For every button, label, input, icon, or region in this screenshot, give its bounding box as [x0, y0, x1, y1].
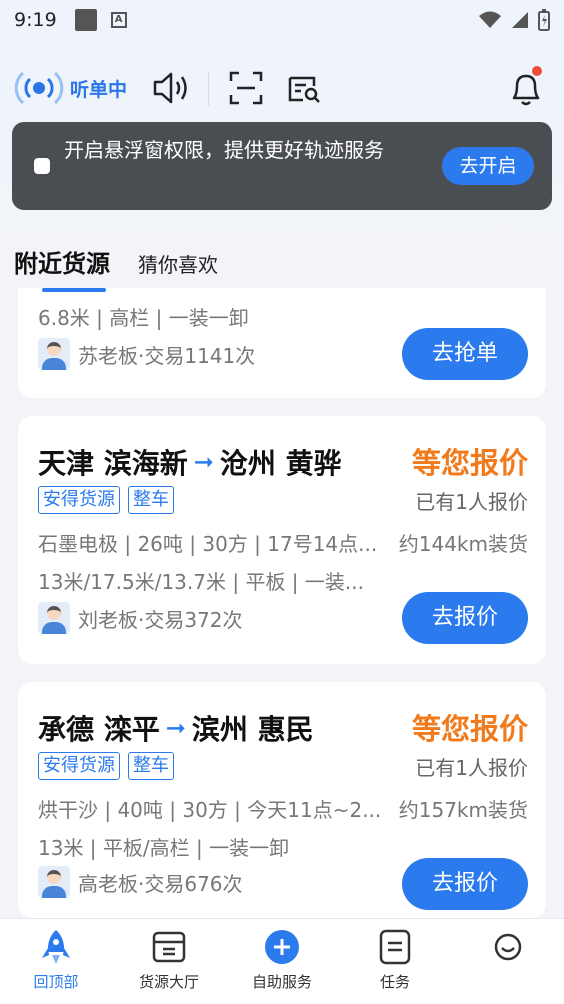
pickup-distance: 约144km装货 — [398, 532, 528, 556]
speaker-icon[interactable] — [152, 70, 190, 106]
listen-toggle[interactable]: 听单中 — [14, 68, 127, 108]
owner-info: 刘老板·交易372次 — [38, 602, 243, 634]
toolbar: 听单中 — [0, 64, 564, 114]
route-arrow-icon: ➞ — [165, 714, 186, 742]
battery-icon — [538, 9, 550, 31]
cargo-detail: 烘干沙 | 40吨 | 30方 | 今天11点~2... — [38, 798, 382, 822]
owner-text: 刘老板·交易372次 — [78, 607, 243, 632]
grab-order-button[interactable]: 去抢单 — [402, 328, 528, 380]
route-destination: 滨州 惠民 — [191, 713, 314, 746]
cargo-detail: 石墨电极 | 26吨 | 30方 | 17号14点... — [38, 532, 378, 556]
cargo-vehicle-detail: 13米 | 平板/高栏 | 一装一卸 — [38, 836, 290, 860]
status-time: 9:19 — [14, 9, 57, 31]
cargo-vehicle-detail: 6.8米 | 高栏 | 一装一卸 — [38, 306, 249, 330]
wifi-icon — [479, 11, 501, 28]
route-origin: 天津 滨海新 — [38, 447, 188, 480]
banner-text: 开启悬浮窗权限，提供更好轨迹服务 — [64, 138, 384, 162]
route: 天津 滨海新 ➞ 沧州 黄骅 — [38, 442, 342, 482]
header: 听单中 开启悬浮窗权限，提供更好轨迹服务 去开启 — [0, 40, 564, 258]
tab-recommended[interactable]: 猜你喜欢 — [138, 249, 218, 278]
bottom-nav: 回顶部 货源大厅 自助服务 任务 — [0, 918, 564, 1004]
price-status: 等您报价 — [411, 446, 528, 480]
source-tag: 安得货源 — [38, 752, 120, 780]
plus-circle-icon — [265, 930, 299, 964]
status-bar: 9:19 A — [0, 0, 564, 40]
permission-banner: 开启悬浮窗权限，提供更好轨迹服务 去开启 — [12, 122, 552, 210]
tab-nearby-cargo[interactable]: 附近货源 — [14, 244, 110, 279]
cargo-card[interactable]: 承德 滦平 ➞ 滨州 惠民 等您报价 安得货源 整车 已有1人报价 烘干沙 | … — [18, 682, 546, 918]
nav-label: 回顶部 — [33, 973, 79, 991]
route-arrow-icon: ➞ — [193, 448, 214, 476]
avatar — [38, 866, 70, 898]
owner-info: 苏老板·交易1141次 — [38, 338, 255, 370]
route-destination: 沧州 黄骅 — [219, 447, 342, 480]
rocket-icon — [42, 930, 70, 964]
route: 承德 滦平 ➞ 滨州 惠民 — [38, 708, 314, 748]
source-tag: 安得货源 — [38, 486, 120, 514]
pickup-distance: 约157km装货 — [398, 798, 528, 822]
status-right — [478, 9, 550, 31]
cargo-vehicle-detail: 13米/17.5米/13.7米 | 平板 | 一装... — [38, 570, 364, 594]
floating-window-icon — [34, 158, 50, 174]
nav-label: 货源大厅 — [138, 973, 199, 991]
task-icon — [379, 929, 411, 965]
nav-back-to-top[interactable]: 回顶部 — [0, 927, 112, 992]
notification-dot — [532, 66, 542, 76]
tag-list: 安得货源 整车 — [38, 486, 174, 514]
cell-signal-icon — [512, 12, 528, 28]
nav-cargo-hall[interactable]: 货源大厅 — [113, 927, 225, 992]
notification-square-icon — [74, 9, 97, 31]
cargo-card[interactable]: 天津 滨海新 ➞ 沧州 黄骅 等您报价 安得货源 整车 已有1人报价 石墨电极 … — [18, 416, 546, 664]
avatar — [38, 602, 70, 634]
nav-self-service[interactable]: 自助服务 — [226, 927, 338, 992]
load-type-tag: 整车 — [128, 752, 174, 780]
cargo-card[interactable]: 6.8米 | 高栏 | 一装一卸 苏老板·交易1141次 去抢单 — [18, 288, 546, 398]
radio-broadcast-icon — [14, 71, 64, 105]
load-type-tag: 整车 — [128, 486, 174, 514]
quote-count: 已有1人报价 — [415, 756, 528, 780]
a-notification-icon: A — [110, 12, 127, 28]
owner-text: 高老板·交易676次 — [78, 871, 243, 896]
quote-button[interactable]: 去报价 — [402, 592, 528, 644]
cargo-hall-icon — [152, 931, 186, 963]
card-accent — [42, 288, 106, 292]
nav-tasks[interactable]: 任务 — [339, 927, 451, 992]
search-vehicle-icon[interactable] — [286, 70, 322, 106]
nav-profile[interactable] — [452, 927, 564, 971]
smiley-icon — [494, 933, 522, 961]
quote-button[interactable]: 去报价 — [402, 858, 528, 910]
scan-icon[interactable] — [228, 70, 264, 106]
route-origin: 承德 滦平 — [38, 713, 160, 746]
quote-count: 已有1人报价 — [415, 490, 528, 514]
enable-permission-button[interactable]: 去开启 — [442, 147, 534, 185]
avatar — [38, 338, 70, 370]
tag-list: 安得货源 整车 — [38, 752, 174, 780]
nav-label: 自助服务 — [251, 973, 312, 991]
owner-info: 高老板·交易676次 — [38, 866, 243, 898]
listen-label: 听单中 — [70, 78, 128, 101]
owner-text: 苏老板·交易1141次 — [78, 343, 256, 368]
nav-label: 任务 — [379, 973, 410, 991]
price-status: 等您报价 — [411, 712, 528, 746]
toolbar-divider — [208, 72, 209, 106]
